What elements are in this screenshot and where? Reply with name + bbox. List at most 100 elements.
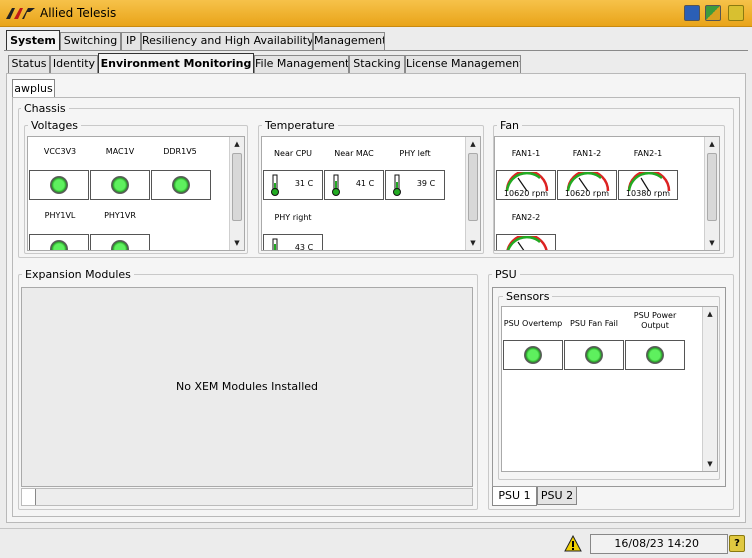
temp-indicator-near-cpu: 31 C [263,170,323,200]
voltage-indicator-phy1vr [90,234,150,250]
status-led-icon [646,346,664,364]
temp-label-phy-left: PHY left [399,149,431,158]
tab-ip[interactable]: IP [121,32,141,50]
tab-device-awplus[interactable]: awplus [12,79,55,98]
allied-telesis-logo-icon [6,8,35,19]
fan-label-2-2: FAN2-2 [511,213,541,222]
tab-psu-2[interactable]: PSU 2 [537,487,577,505]
voltage-label-vcc3v3: VCC3V3 [43,147,77,156]
no-modules-message: No XEM Modules Installed [175,380,319,393]
tab-status[interactable]: Status [8,55,50,73]
clock-settings-icon[interactable]: ? [729,535,745,552]
fan-label-2-1: FAN2-1 [633,149,663,158]
chassis-label: Chassis [21,102,69,115]
status-led-icon [524,346,542,364]
status-led-icon [50,176,68,194]
help-icon[interactable] [728,5,744,21]
tab-license-management[interactable]: License Management [405,55,521,73]
save-icon[interactable] [684,5,700,21]
tab-management[interactable]: Management [313,32,385,50]
title-bar: Allied Telesis [0,0,752,27]
scroll-down-icon[interactable]: ▼ [703,457,717,471]
tab-resiliency[interactable]: Resiliency and High Availability [141,32,313,50]
fan-rpm-2-1: 10380 rpm [625,189,671,198]
fan-gauge-1-2: 10620 rpm [557,170,617,200]
sensors-label: Sensors [503,290,553,303]
temp-label-near-mac: Near MAC [334,149,374,158]
voltage-label-phy1vr: PHY1VR [104,211,136,220]
voltages-list: VCC3V3 MAC1V DDR1V5 PHY1VL PHY1VR ▲ ▼ [27,136,245,251]
window-title: Allied Telesis [40,6,117,20]
sensor-indicator-power-output [625,340,685,370]
sensors-list: PSU Overtemp PSU Fan Fail PSU Power Outp… [501,306,718,472]
sensor-label-overtemp: PSU Overtemp [503,319,563,328]
fan-gauge-2-1: 10380 rpm [618,170,678,200]
scroll-thumb[interactable] [232,153,242,221]
thermometer-icon [272,238,278,250]
scroll-down-icon[interactable]: ▼ [230,236,244,250]
temp-indicator-phy-right: 43 C [263,234,323,250]
main-tab-bar: System Switching IP Resiliency and High … [4,30,748,50]
voltage-label-phy1vl: PHY1VL [44,211,76,220]
scroll-thumb[interactable] [22,489,36,505]
temp-value-near-mac: 41 C [355,179,375,188]
status-led-icon [111,176,129,194]
temperature-scrollbar[interactable]: ▲ ▼ [465,137,480,250]
sensor-label-fan-fail: PSU Fan Fail [570,319,618,328]
fan-label: Fan [497,119,523,132]
expansion-modules-label: Expansion Modules [22,268,134,281]
sensor-indicator-overtemp [503,340,563,370]
expansion-hscrollbar[interactable] [21,488,473,506]
fan-rpm-1-1: 10620 rpm [503,189,549,198]
fan-rpm-1-2: 10620 rpm [564,189,610,198]
status-led-icon [585,346,603,364]
tab-identity[interactable]: Identity [50,55,98,73]
temperature-label: Temperature [262,119,338,132]
expansion-modules-area: No XEM Modules Installed [21,287,473,487]
fan-scrollbar[interactable]: ▲ ▼ [704,137,719,250]
status-led-icon [172,176,190,194]
status-led-icon [111,240,129,250]
tab-stacking[interactable]: Stacking [349,55,405,73]
scroll-up-icon[interactable]: ▲ [705,137,719,151]
temp-label-phy-right: PHY right [274,213,312,222]
voltages-scrollbar[interactable]: ▲ ▼ [229,137,244,250]
voltage-indicator-ddr1v5 [151,170,211,200]
fan-gauge-2-2 [496,234,556,250]
tab-system[interactable]: System [6,30,60,50]
voltage-label-mac1v: MAC1V [105,147,135,156]
scroll-thumb[interactable] [707,153,717,221]
tab-file-management[interactable]: File Management [254,55,349,73]
tab-environment-monitoring[interactable]: Environment Monitoring [98,53,254,73]
scroll-up-icon[interactable]: ▲ [703,307,717,321]
temp-value-near-cpu: 31 C [294,179,314,188]
temp-value-phy-left: 39 C [416,179,436,188]
thermometer-icon [393,174,401,196]
fan-label-1-2: FAN1-2 [572,149,602,158]
fan-gauge-icon [506,236,548,250]
thermometer-icon [332,174,340,196]
tab-psu-1[interactable]: PSU 1 [492,487,537,506]
sensors-scrollbar[interactable]: ▲ ▼ [702,307,717,471]
scroll-up-icon[interactable]: ▲ [466,137,480,151]
voltage-label-ddr1v5: DDR1V5 [163,147,197,156]
tab-switching[interactable]: Switching [60,32,121,50]
sensor-indicator-fan-fail [564,340,624,370]
scroll-down-icon[interactable]: ▼ [466,236,480,250]
warning-icon[interactable] [564,535,582,552]
sub-tab-bar: Status Identity Environment Monitoring F… [6,53,746,73]
status-led-icon [50,240,68,250]
temperature-list: Near CPU Near MAC PHY left 31 C 41 C 39 … [261,136,481,251]
scroll-thumb[interactable] [468,153,478,221]
datetime-display: 16/08/23 14:20 [590,534,728,554]
scroll-down-icon[interactable]: ▼ [705,236,719,250]
main-tab-divider [4,50,748,51]
sensor-label-power-output: PSU Power Output [633,311,677,330]
export-icon[interactable] [705,5,721,21]
scroll-up-icon[interactable]: ▲ [230,137,244,151]
voltages-label: Voltages [28,119,81,132]
psu-label: PSU [492,268,520,281]
fan-list: FAN1-1 FAN1-2 FAN2-1 10620 rpm 10620 rpm… [494,136,720,251]
voltage-indicator-vcc3v3 [29,170,89,200]
voltage-indicator-mac1v [90,170,150,200]
